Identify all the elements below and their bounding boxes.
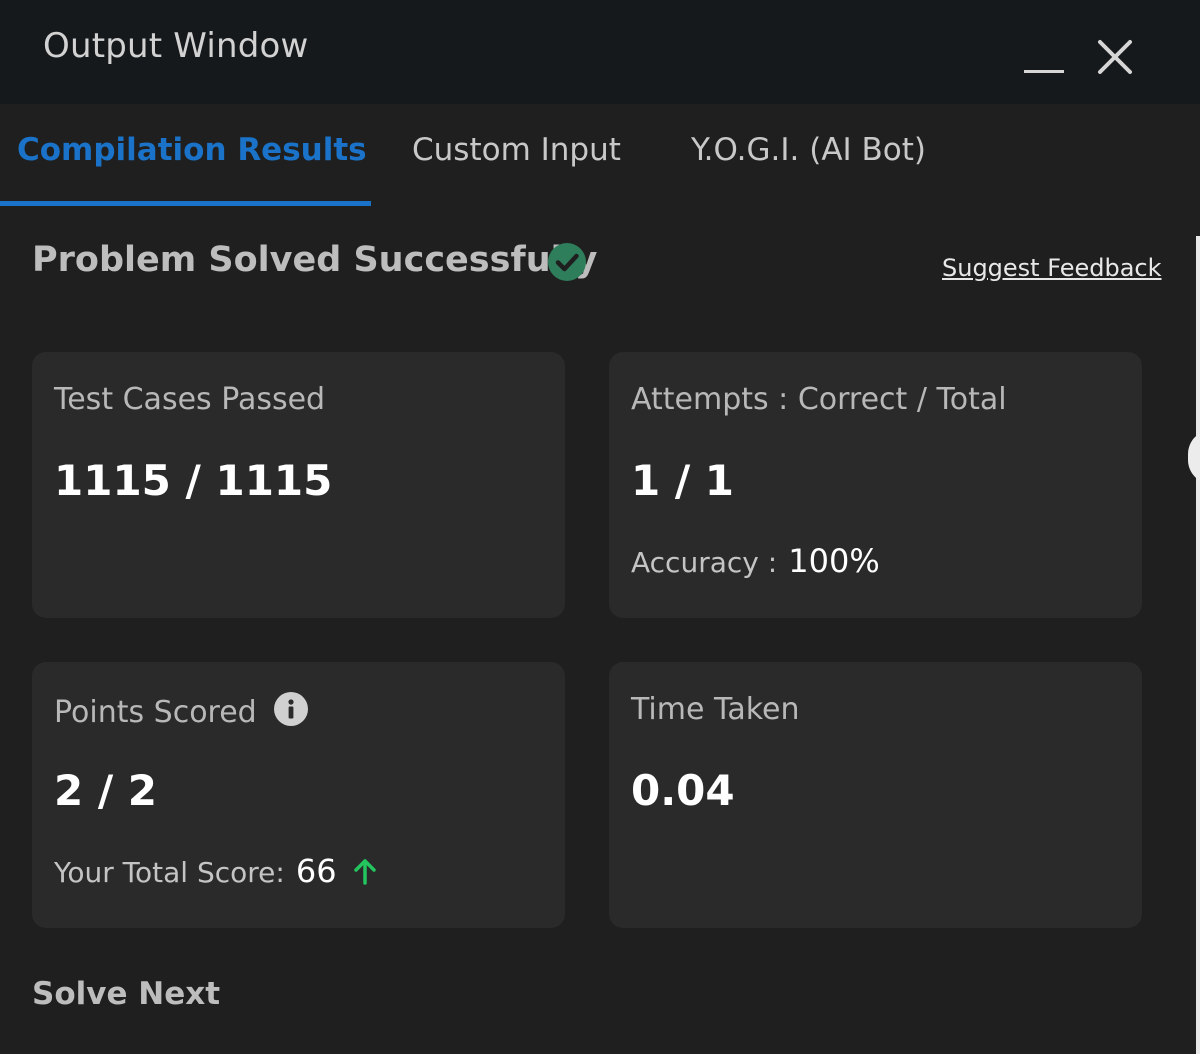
test-cases-value: 1115 / 1115 xyxy=(54,456,333,505)
time-taken-card: Time Taken 0.04 xyxy=(609,662,1142,928)
tab-yogi-ai-bot[interactable]: Y.O.G.I. (AI Bot) xyxy=(691,132,926,168)
tab-custom-input[interactable]: Custom Input xyxy=(412,132,621,168)
minimize-button[interactable] xyxy=(1018,40,1070,84)
total-score-value: 66 xyxy=(295,852,337,890)
arrow-up-icon xyxy=(353,859,376,885)
scrollbar[interactable] xyxy=(1196,236,1200,1054)
points-label: Points Scored xyxy=(54,695,257,730)
attempts-label: Attempts : Correct / Total xyxy=(631,382,1007,417)
test-cases-card: Test Cases Passed 1115 / 1115 xyxy=(32,352,565,618)
points-card: Points Scored 2 / 2 Your Total Score: 66 xyxy=(32,662,565,928)
time-taken-value: 0.04 xyxy=(631,766,735,815)
time-taken-label: Time Taken xyxy=(631,692,800,727)
status-title: Problem Solved Successfully xyxy=(32,240,598,280)
info-icon[interactable] xyxy=(274,692,309,726)
total-score-row: Your Total Score: 66 xyxy=(54,852,378,890)
total-score-label: Your Total Score: xyxy=(54,856,285,889)
check-circle-icon xyxy=(548,243,586,281)
accuracy-label: Accuracy : xyxy=(631,546,778,579)
close-icon xyxy=(1098,40,1132,74)
points-value: 2 / 2 xyxy=(54,766,158,815)
output-window: Output Window Compilation Results Custom… xyxy=(0,0,1200,1054)
minimize-icon xyxy=(1024,70,1064,73)
window-title: Output Window xyxy=(43,26,309,66)
tab-bar: Compilation Results Custom Input Y.O.G.I… xyxy=(0,104,1200,206)
points-label-row: Points Scored xyxy=(54,692,309,730)
tab-compilation-results[interactable]: Compilation Results xyxy=(17,132,367,168)
scroll-handle[interactable] xyxy=(1188,430,1200,484)
close-button[interactable] xyxy=(1090,32,1140,82)
accuracy-value: 100% xyxy=(788,542,880,580)
solve-next-heading: Solve Next xyxy=(32,976,221,1012)
title-bar: Output Window xyxy=(0,0,1200,104)
suggest-feedback-link[interactable]: Suggest Feedback xyxy=(942,254,1162,282)
test-cases-label: Test Cases Passed xyxy=(54,382,326,417)
accuracy-row: Accuracy : 100% xyxy=(631,542,880,580)
active-tab-indicator xyxy=(0,201,371,206)
attempts-card: Attempts : Correct / Total 1 / 1 Accurac… xyxy=(609,352,1142,618)
attempts-value: 1 / 1 xyxy=(631,456,735,505)
